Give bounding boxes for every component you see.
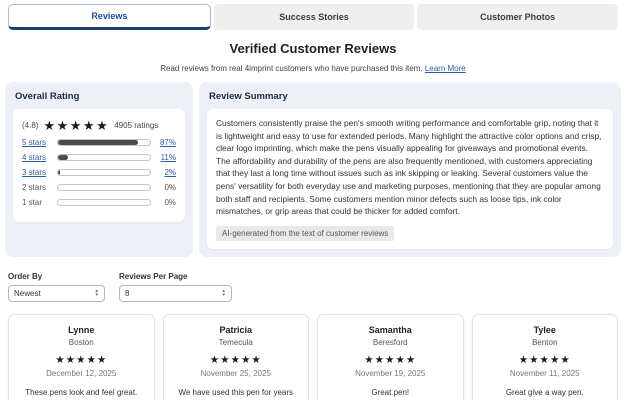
review-summary-panel: Review Summary Customers consistently pr… — [199, 82, 621, 257]
summary-panels: Overall Rating (4.8) ★★★★★ 4905 ratings … — [5, 82, 621, 257]
rating-bar-fill — [58, 170, 60, 175]
star-pct-label-2: 0% — [164, 183, 176, 192]
order-by-select[interactable]: Newest ▲ ▼ — [8, 284, 105, 302]
per-page-value: 8 — [125, 288, 130, 298]
rating-bar-row-5: 5 stars 87% — [22, 138, 176, 147]
rating-bar-row-1: 1 star 0% — [22, 198, 176, 207]
review-controls: Order By Newest ▲ ▼ Reviews Per Page 8 ▲ ▼ — [8, 272, 618, 302]
star-rating-icon: ★★★★★ — [55, 353, 108, 366]
tab-reviews[interactable]: Reviews — [8, 4, 211, 30]
order-by-label: Order By — [8, 271, 43, 281]
select-chevrons-icon: ▲ ▼ — [94, 288, 99, 298]
learn-more-link[interactable]: Learn More — [425, 64, 466, 73]
tab-bar: Reviews Success Stories Customer Photos — [0, 0, 626, 30]
review-date: November 25, 2025 — [200, 369, 271, 379]
review-card-3: Samantha Beresford ★★★★★ November 19, 20… — [317, 313, 464, 400]
order-by-value: Newest — [14, 288, 41, 298]
ratings-count: 4905 ratings — [114, 121, 159, 130]
select-chevrons-icon: ▲ ▼ — [221, 288, 226, 298]
star-filter-label-1: 1 star — [22, 198, 43, 207]
reviewer-name: Lynne — [68, 324, 95, 335]
rating-bar-row-3: 3 stars 2% — [22, 168, 176, 177]
reviews-page: Reviews Success Stories Customer Photos … — [0, 0, 626, 400]
tab-success-stories[interactable]: Success Stories — [213, 4, 415, 30]
rating-bar-row-4: 4 stars 11% — [22, 153, 176, 162]
rating-bar-track — [57, 184, 151, 191]
order-by-control: Order By Newest ▲ ▼ — [8, 272, 105, 302]
rating-bar-track — [57, 139, 151, 146]
review-card-4: Tylee Benton ★★★★★ November 11, 2025 Gre… — [471, 313, 618, 400]
per-page-label: Reviews Per Page — [119, 271, 188, 281]
ai-generated-badge: AI-generated from the text of customer r… — [216, 225, 395, 241]
reviewer-name: Patricia — [219, 324, 253, 335]
review-text: Great pen! — [371, 388, 410, 398]
reviewer-city: Benton — [532, 337, 558, 347]
reviewer-name: Tylee — [533, 324, 556, 335]
star-pct-label-1: 0% — [164, 198, 176, 207]
star-rating-icon: ★★★★★ — [209, 353, 262, 366]
rating-bar-track — [57, 199, 151, 206]
review-text: These pens look and feel great. Perfect … — [25, 388, 138, 400]
review-summary-card: Customers consistently praise the pen's … — [207, 109, 613, 249]
per-page-control: Reviews Per Page 8 ▲ ▼ — [119, 272, 232, 302]
subtitle-text: Read reviews from real 4imprint customer… — [160, 64, 423, 73]
review-text: Great give a way pen. — [505, 388, 584, 398]
rating-bar-row-2: 2 stars 0% — [22, 183, 176, 192]
rating-bar-fill — [58, 155, 69, 160]
rating-bar-track — [57, 169, 151, 176]
review-date: November 19, 2025 — [355, 369, 426, 379]
overall-rating-card: (4.8) ★★★★★ 4905 ratings 5 stars 87% 4 s… — [13, 109, 185, 222]
page-subtitle: Read reviews from real 4imprint customer… — [0, 64, 626, 73]
overall-rating-title: Overall Rating — [15, 91, 80, 102]
page-title: Verified Customer Reviews — [229, 41, 397, 56]
rating-bar-fill — [58, 140, 139, 145]
tab-customer-photos[interactable]: Customer Photos — [417, 4, 619, 30]
review-date: December 12, 2025 — [46, 369, 117, 379]
star-filter-link-4[interactable]: 4 stars — [22, 153, 52, 162]
star-pct-link-5[interactable]: 87% — [156, 138, 176, 147]
star-rating-icon: ★★★★★ — [43, 118, 110, 133]
review-cards: Lynne Boston ★★★★★ December 12, 2025 The… — [8, 313, 618, 400]
per-page-select[interactable]: 8 ▲ ▼ — [119, 284, 232, 302]
rating-score: (4.8) — [22, 121, 39, 130]
review-summary-title: Review Summary — [209, 91, 288, 102]
review-date: November 11, 2025 — [509, 369, 580, 379]
star-filter-link-5[interactable]: 5 stars — [22, 138, 52, 147]
rating-line: (4.8) ★★★★★ 4905 ratings — [22, 119, 176, 132]
star-pct-link-4[interactable]: 11% — [156, 153, 176, 162]
review-card-2: Patricia Temecula ★★★★★ November 25, 202… — [162, 313, 309, 400]
reviewer-name: Samantha — [368, 324, 412, 335]
star-pct-link-3[interactable]: 2% — [156, 168, 176, 177]
star-rating-icon: ★★★★★ — [518, 353, 571, 366]
star-filter-link-3[interactable]: 3 stars — [22, 168, 52, 177]
review-summary-text: Customers consistently praise the pen's … — [216, 118, 602, 217]
rating-bar-track — [57, 154, 151, 161]
star-rating-icon: ★★★★★ — [364, 353, 417, 366]
reviewer-city: Boston — [68, 337, 94, 347]
review-card-1: Lynne Boston ★★★★★ December 12, 2025 The… — [8, 313, 155, 400]
overall-rating-panel: Overall Rating (4.8) ★★★★★ 4905 ratings … — [5, 82, 193, 257]
star-filter-label-2: 2 stars — [22, 183, 47, 192]
reviewer-city: Beresford — [372, 337, 408, 347]
reviewer-city: Temecula — [218, 337, 253, 347]
review-text: We have used this pen for years and it w… — [174, 388, 297, 400]
